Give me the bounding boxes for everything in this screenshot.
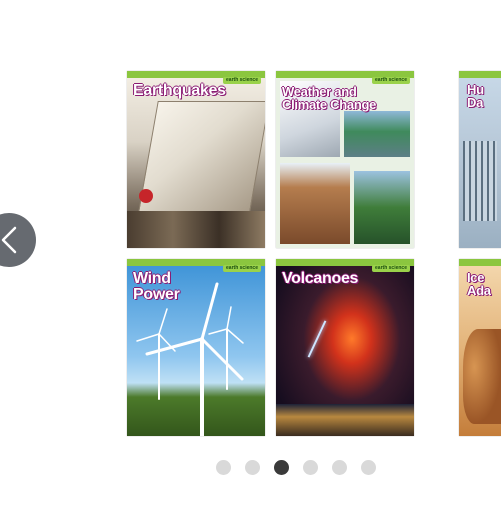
book-title: Hu Da bbox=[467, 83, 484, 109]
cover-illustration bbox=[136, 101, 265, 223]
series-label: earth science bbox=[372, 77, 410, 84]
chevron-left-icon bbox=[1, 226, 17, 254]
book-cover-earthquakes[interactable]: earth science Earthquakes bbox=[127, 71, 265, 248]
book-title: Earthquakes bbox=[133, 82, 226, 99]
lightning-streak bbox=[307, 320, 327, 358]
book-cover-ice-age-partial[interactable]: Ice Ada bbox=[459, 259, 501, 436]
wind-turbine-illustration bbox=[136, 282, 244, 436]
series-label: earth science bbox=[372, 265, 410, 272]
pagination-dot-5[interactable] bbox=[332, 460, 347, 475]
cover-top-bar bbox=[459, 71, 501, 78]
cover-illustration bbox=[463, 141, 497, 221]
pagination-dot-6[interactable] bbox=[361, 460, 376, 475]
city-lights bbox=[276, 404, 414, 436]
pagination-dot-2[interactable] bbox=[245, 460, 260, 475]
pagination-dot-4[interactable] bbox=[303, 460, 318, 475]
series-label: earth science bbox=[223, 77, 261, 84]
book-title: Weather and Climate Change bbox=[282, 85, 376, 111]
book-cover-wind-power[interactable]: earth science Wind Power bbox=[127, 259, 265, 436]
book-title: Volcanoes bbox=[282, 270, 359, 287]
pagination-dot-3-active[interactable] bbox=[274, 460, 289, 475]
book-title: Ice Ada bbox=[467, 271, 491, 297]
cover-top-bar bbox=[459, 259, 501, 266]
stop-sign-icon bbox=[139, 189, 153, 203]
cover-illustration-drought bbox=[280, 163, 350, 244]
book-cover-hurricanes-partial[interactable]: Hu Da bbox=[459, 71, 501, 248]
book-title-line-2: Da bbox=[467, 95, 484, 110]
pagination-dots bbox=[216, 460, 386, 476]
pagination-dot-1[interactable] bbox=[216, 460, 231, 475]
rubble bbox=[127, 211, 265, 248]
cover-illustration-palms bbox=[354, 171, 410, 244]
book-carousel: earth science Earthquakes earth science … bbox=[0, 0, 501, 526]
cover-illustration-flood bbox=[344, 111, 410, 157]
mammoth-illustration bbox=[463, 329, 501, 424]
book-cover-volcanoes[interactable]: earth science Volcanoes bbox=[276, 259, 414, 436]
book-cover-weather-climate[interactable]: earth science Weather and Climate Change bbox=[276, 71, 414, 248]
book-title-line-2: Climate Change bbox=[282, 97, 377, 112]
book-title-line-2: Ada bbox=[467, 283, 491, 298]
previous-slide-button[interactable] bbox=[0, 213, 36, 267]
